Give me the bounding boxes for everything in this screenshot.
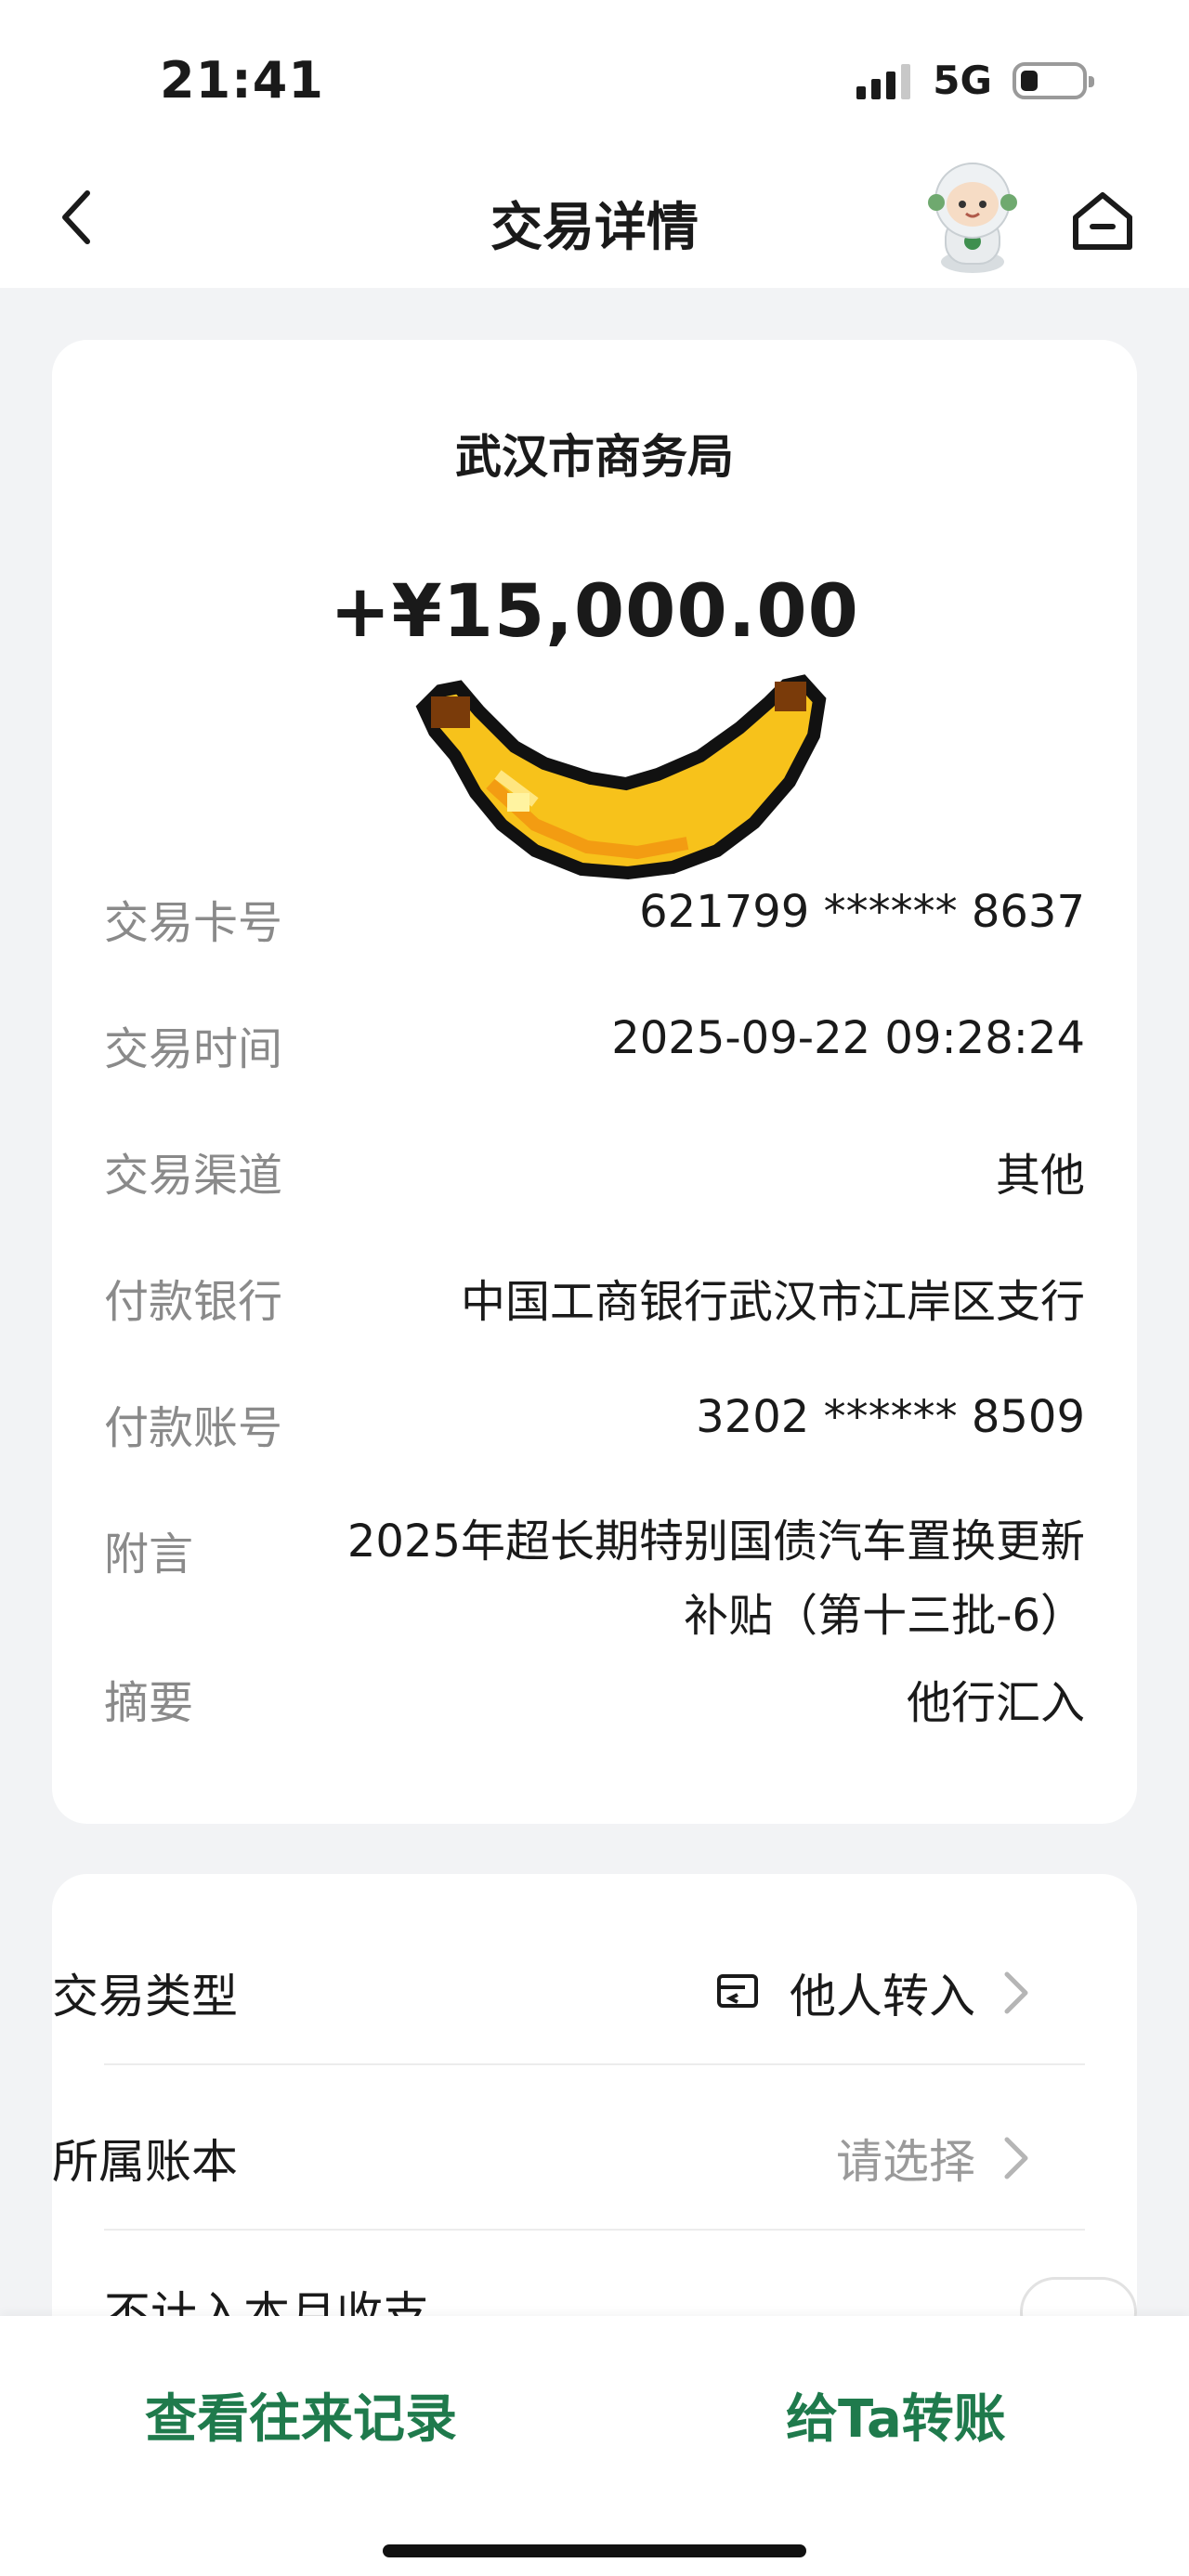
ledger-value: 请选择 — [836, 2135, 975, 2189]
transfer-button[interactable]: 给Ta转账 — [786, 2377, 1006, 2452]
network-type: 5G — [933, 58, 992, 103]
divider — [104, 2063, 1085, 2065]
astronaut-mascot-icon — [928, 163, 1017, 273]
detail-label: 交易渠道 — [104, 1150, 283, 1202]
transfer-in-icon — [717, 1974, 758, 2008]
detail-value: 他行汇入 — [906, 1677, 1085, 1729]
banana-sticker-icon — [415, 674, 827, 880]
screen: 21:41 5G 交易详情 武汉市商务局 +¥15,000.00 交易卡号 62… — [0, 0, 1189, 2576]
transaction-amount: +¥15,000.00 — [330, 570, 859, 654]
chevron-right-icon — [1004, 2137, 1028, 2179]
transaction-type-label: 交易类型 — [52, 1970, 238, 2023]
transaction-type-row[interactable]: 交易类型 他人转入 — [52, 1902, 1033, 2065]
detail-value: 中国工商银行武汉市江岸区支行 — [460, 1276, 1085, 1328]
detail-label: 交易卡号 — [104, 897, 283, 949]
status-bar: 21:41 5G — [0, 0, 1189, 149]
detail-label: 付款账号 — [104, 1402, 283, 1454]
detail-label: 付款银行 — [104, 1276, 283, 1328]
ledger-row[interactable]: 所属账本 请选择 — [52, 2067, 1033, 2231]
chevron-right-icon — [1004, 1971, 1028, 2014]
detail-value: 2025-09-22 09:28:24 — [611, 1012, 1085, 1064]
signal-icon — [856, 62, 911, 99]
nav-bar: 交易详情 — [0, 149, 1189, 288]
mascot-avatar[interactable] — [918, 158, 1027, 277]
home-button[interactable] — [1066, 184, 1139, 256]
status-time: 21:41 — [160, 51, 324, 110]
detail-value: 3202 ****** 8509 — [696, 1391, 1085, 1443]
home-indicator — [383, 2544, 806, 2557]
battery-icon — [1013, 61, 1094, 99]
ledger-label: 所属账本 — [52, 2135, 238, 2189]
bottom-action-bar: 查看往来记录 给Ta转账 — [0, 2316, 1189, 2576]
transaction-detail-card: 武汉市商务局 +¥15,000.00 交易卡号 621799 ****** 86… — [52, 340, 1137, 1824]
status-indicators: 5G — [856, 58, 1094, 103]
detail-label: 附言 — [104, 1529, 194, 1581]
detail-value: 621799 ****** 8637 — [639, 886, 1085, 938]
transaction-type-value: 他人转入 — [790, 1970, 975, 2023]
home-icon — [1073, 192, 1132, 250]
detail-value: 2025年超长期特别国债汽车置换更新补贴（第十三批-6） — [346, 1516, 1085, 1642]
divider — [104, 2229, 1085, 2231]
detail-value: 其他 — [995, 1150, 1085, 1202]
payer-name: 武汉市商务局 — [455, 430, 734, 484]
detail-label: 交易时间 — [104, 1023, 283, 1075]
view-history-button[interactable]: 查看往来记录 — [145, 2377, 457, 2452]
detail-label: 摘要 — [104, 1677, 194, 1729]
